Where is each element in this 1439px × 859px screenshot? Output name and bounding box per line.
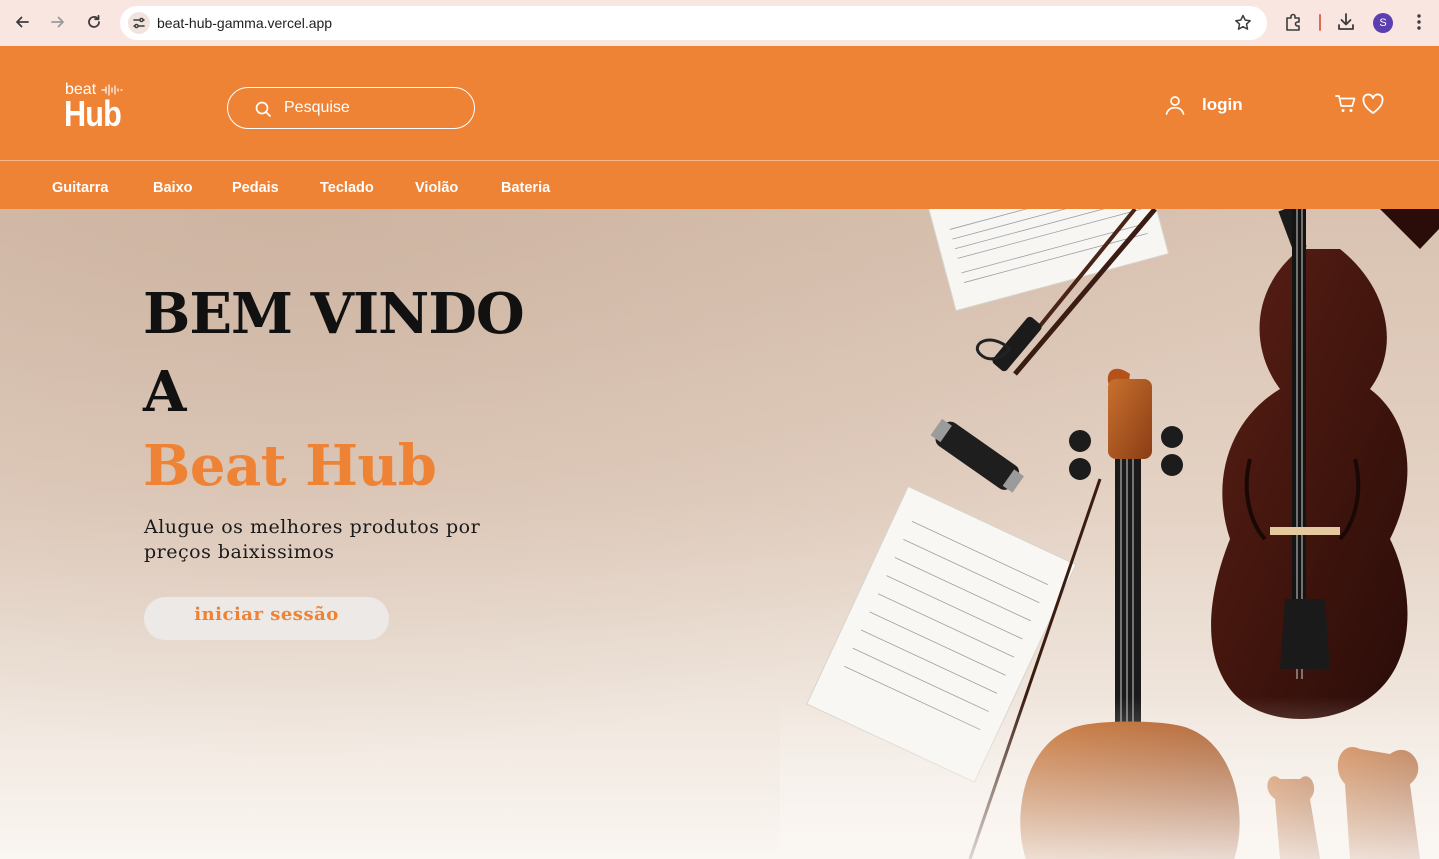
back-icon[interactable] bbox=[9, 9, 35, 35]
download-icon[interactable] bbox=[1335, 11, 1357, 33]
hero-title-brand: Beat Hub bbox=[143, 433, 437, 499]
hero-title-line-1: BEM VINDO bbox=[143, 281, 525, 347]
hero-title-line-2: A bbox=[143, 359, 187, 425]
category-bateria[interactable]: Bateria bbox=[501, 180, 550, 196]
hero-tagline: Alugue os melhores produtos por preços b… bbox=[144, 516, 481, 563]
category-guitarra[interactable]: Guitarra bbox=[52, 180, 108, 196]
url-text[interactable]: beat-hub-gamma.vercel.app bbox=[157, 15, 332, 31]
heart-icon[interactable] bbox=[1361, 93, 1385, 115]
cart-icon[interactable] bbox=[1335, 94, 1357, 114]
start-session-button[interactable]: iniciar sessão bbox=[144, 597, 389, 640]
address-bar[interactable]: beat-hub-gamma.vercel.app bbox=[120, 6, 1267, 40]
beat-hub-logo[interactable]: beat Hub bbox=[64, 79, 126, 134]
bookmark-star-icon[interactable] bbox=[1233, 13, 1253, 33]
profile-avatar[interactable]: S bbox=[1373, 13, 1393, 33]
category-baixo[interactable]: Baixo bbox=[153, 180, 193, 196]
site-header: beat Hub login bbox=[0, 46, 1439, 160]
login-label[interactable]: login bbox=[1202, 95, 1243, 115]
logo-hub-text: Hub bbox=[64, 93, 122, 134]
search-box[interactable] bbox=[227, 87, 475, 129]
category-teclado[interactable]: Teclado bbox=[320, 180, 374, 196]
search-icon[interactable] bbox=[254, 100, 272, 118]
login-link[interactable]: login bbox=[1163, 92, 1243, 118]
search-input[interactable] bbox=[284, 97, 464, 119]
reload-icon[interactable] bbox=[81, 9, 107, 35]
category-violao[interactable]: Violão bbox=[415, 180, 458, 196]
site-settings-icon[interactable] bbox=[128, 12, 150, 34]
category-pedais[interactable]: Pedais bbox=[232, 180, 279, 196]
kebab-menu-icon[interactable] bbox=[1408, 11, 1430, 33]
toolbar-divider bbox=[1319, 14, 1321, 31]
category-nav: Guitarra Baixo Pedais Teclado Violão Bat… bbox=[0, 160, 1439, 209]
browser-toolbar: beat-hub-gamma.vercel.app S bbox=[0, 0, 1439, 46]
hero-banner: BEM VINDO A Beat Hub Alugue os melhores … bbox=[0, 209, 1439, 859]
extensions-icon[interactable] bbox=[1282, 11, 1304, 33]
forward-icon[interactable] bbox=[45, 9, 71, 35]
violins-illustration bbox=[780, 209, 1439, 859]
user-icon[interactable] bbox=[1163, 93, 1187, 117]
